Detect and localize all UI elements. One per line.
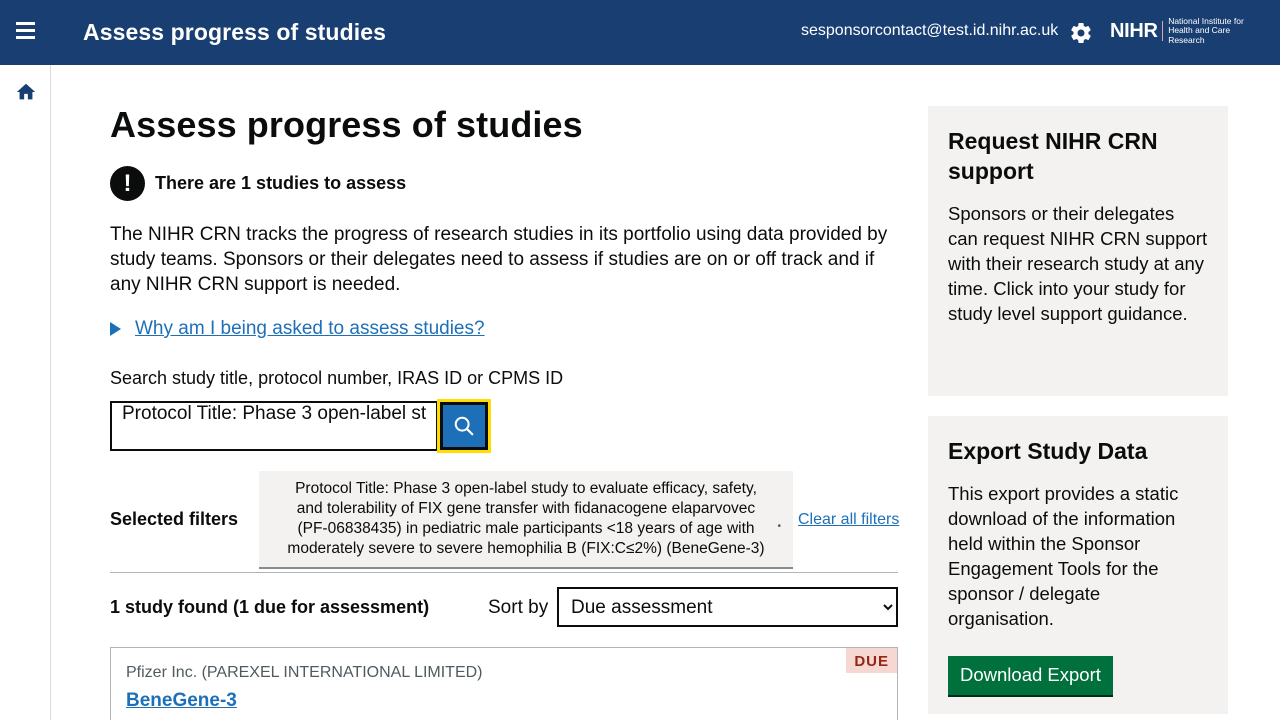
due-badge: DUE — [846, 648, 897, 673]
search-icon — [454, 416, 474, 436]
hamburger-icon[interactable] — [16, 22, 38, 44]
triangle-right-icon — [110, 322, 121, 336]
warning-icon: ! — [110, 166, 145, 201]
filter-tag[interactable]: Protocol Title: Phase 3 open-label study… — [259, 471, 793, 569]
support-body: Sponsors or their delegates can request … — [948, 203, 1208, 324]
search-label: Search study title, protocol number, IRA… — [110, 368, 564, 388]
details-toggle[interactable]: Why am I being asked to assess studies? — [110, 318, 485, 340]
warning-notice: ! There are 1 studies to assess — [110, 166, 406, 201]
export-body: This export provides a static download o… — [948, 483, 1179, 629]
remove-filter-icon[interactable]: • — [777, 517, 781, 537]
results-count: 1 study found (1 due for assessment) — [110, 597, 430, 617]
export-heading: Export Study Data — [948, 438, 1148, 464]
side-nav — [0, 65, 51, 720]
search-input[interactable]: Protocol Title: Phase 3 open-label st — [110, 401, 438, 451]
study-card: Pfizer Inc. (PAREXEL INTERNATIONAL LIMIT… — [110, 647, 898, 720]
divider — [110, 572, 898, 573]
selected-filters-label: Selected filters — [110, 509, 239, 529]
search-button-inner[interactable] — [440, 402, 488, 450]
clear-all-filters-link[interactable]: Clear all filters — [798, 511, 899, 529]
nihr-logo: NIHR National Institute for Health and C… — [1110, 15, 1268, 45]
study-title-link[interactable]: BeneGene-3 — [126, 690, 237, 712]
support-panel: Request NIHR CRN support Sponsors or the… — [928, 106, 1228, 396]
logo-sub-text: National Institute for Health and Care R… — [1168, 15, 1244, 45]
details-link[interactable]: Why am I being asked to assess studies? — [135, 318, 485, 340]
app-title: Assess progress of studies — [83, 19, 386, 45]
home-icon[interactable] — [15, 81, 37, 103]
intro-paragraph: The NIHR CRN tracks the progress of rese… — [110, 224, 888, 295]
logo-divider — [1161, 21, 1164, 41]
warning-text: There are 1 studies to assess — [155, 173, 407, 193]
sort-select[interactable]: Due assessment — [557, 587, 898, 627]
study-sponsor: Pfizer Inc. (PAREXEL INTERNATIONAL LIMIT… — [126, 664, 483, 681]
search-button[interactable] — [437, 399, 491, 453]
top-header: Assess progress of studies sesponsorcont… — [0, 0, 1280, 65]
user-email: sesponsorcontact@test.id.nihr.ac.uk — [801, 22, 1059, 39]
sort-label: Sort by — [488, 597, 549, 618]
support-heading: Request NIHR CRN support — [948, 128, 1158, 184]
filter-tag-text: Protocol Title: Phase 3 open-label study… — [287, 480, 765, 557]
page-title: Assess progress of studies — [110, 104, 583, 145]
download-export-button[interactable]: Download Export — [948, 656, 1113, 695]
export-panel: Export Study Data This export provides a… — [928, 416, 1228, 714]
gear-icon[interactable] — [1069, 21, 1093, 45]
logo-main-text: NIHR — [1110, 19, 1158, 42]
